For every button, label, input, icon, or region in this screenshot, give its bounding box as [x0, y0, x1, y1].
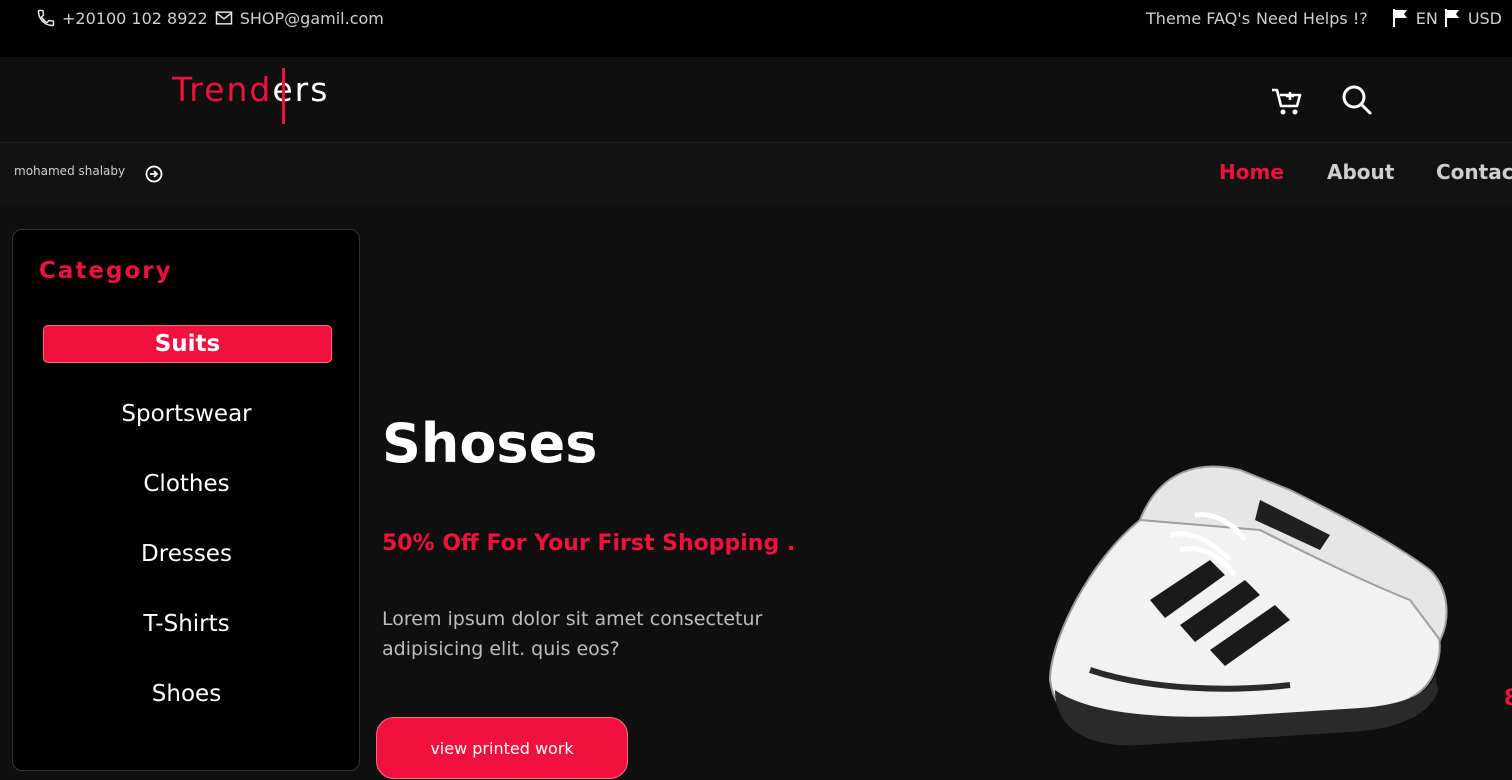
view-printed-work-button[interactable]: view printed work [376, 717, 628, 779]
logo-bar [282, 68, 285, 124]
edge-glyph: 8 [1504, 686, 1512, 711]
email-address[interactable]: SHOP@gamil.com [240, 9, 384, 28]
hero-title: Shoses [382, 412, 598, 475]
phone-number[interactable]: +20100 102 8922 [62, 9, 208, 28]
category-title: Category [39, 258, 173, 284]
sneaker-image [1048, 465, 1448, 746]
category-sidebar: Category Suits Sportswear Clothes Dresse… [12, 229, 360, 771]
phone-icon [37, 9, 55, 27]
mail-icon [215, 11, 232, 25]
nav-home[interactable]: Home [1219, 160, 1284, 184]
hero-description: Lorem ipsum dolor sit amet consectetur a… [382, 608, 763, 660]
currency-selector[interactable]: USD [1468, 9, 1502, 28]
nav-about[interactable]: About [1327, 160, 1394, 184]
category-item-sportswear[interactable]: Sportswear [43, 395, 330, 433]
category-item-dresses[interactable]: Dresses [43, 535, 330, 573]
username[interactable]: mohamed shalaby [14, 164, 125, 178]
nav-contact[interactable]: Contact [1436, 160, 1512, 184]
flag-icon [1444, 9, 1459, 27]
nav-row [0, 143, 1512, 206]
category-item-shoes[interactable]: Shoes [43, 675, 330, 713]
category-item-suits[interactable]: Suits [43, 325, 332, 363]
language-selector[interactable]: EN [1416, 9, 1438, 28]
help-link[interactable]: Need Helps !? [1256, 9, 1368, 28]
hero-offer: 50% Off For Your First Shopping . [382, 531, 796, 556]
logout-icon[interactable] [145, 165, 163, 183]
faq-link[interactable]: Theme FAQ's [1146, 9, 1250, 28]
top-bar: +20100 102 8922 SHOP@gamil.com Theme FAQ… [0, 0, 1512, 57]
flag-icon [1392, 9, 1407, 27]
cart-icon[interactable] [1270, 84, 1304, 118]
category-item-tshirts[interactable]: T-Shirts [43, 605, 330, 643]
contact-info: +20100 102 8922 SHOP@gamil.com [36, 8, 384, 28]
logo[interactable]: Trenders [172, 68, 329, 124]
category-item-clothes[interactable]: Clothes [43, 465, 330, 503]
topbar-links: Theme FAQ's Need Helps !? EN USD [1146, 8, 1502, 28]
search-icon[interactable] [1341, 84, 1373, 116]
